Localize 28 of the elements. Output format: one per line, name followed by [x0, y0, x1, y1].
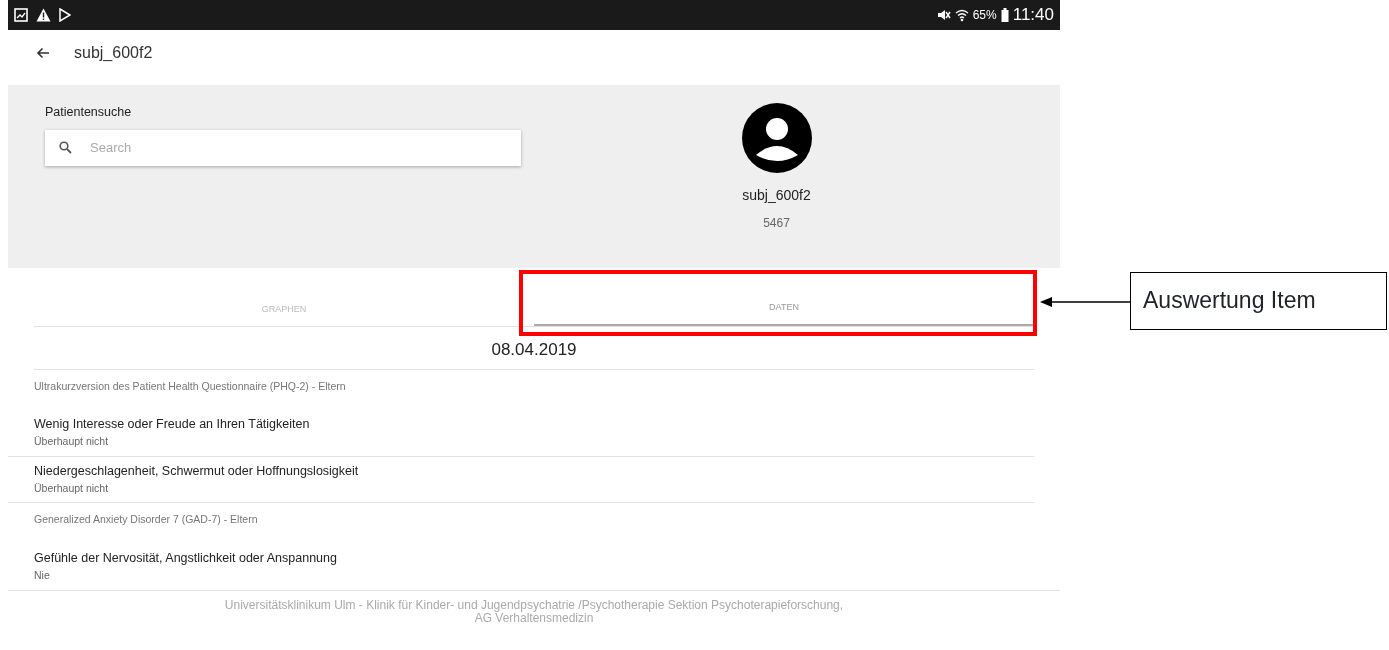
date-heading: 08.04.2019	[491, 340, 577, 359]
battery-icon	[1000, 8, 1009, 22]
wifi-icon	[954, 8, 969, 22]
clock: 11:40	[1012, 4, 1054, 27]
search-label: Patientensuche	[45, 104, 133, 121]
patient-id: 5467	[763, 215, 790, 232]
section-title: Ultrakurzversion des Patient Health Questionnaire (PHQ-2) - Eltern	[34, 379, 346, 392]
tab[interactable]: GRAPHEN	[34, 268, 534, 326]
question-text: Wenig Interesse oder Freude an Ihren Tätigkeiten	[34, 416, 311, 434]
mute-icon	[936, 9, 951, 21]
avatar-icon	[741, 103, 812, 173]
battery-percent: 65%	[972, 7, 997, 24]
footer-text: Universitätsklinikum Ulm - Klinik für Kinder- und Jugendpsychatrie /Psychotherapie Sektion Psychoterapieforschung, AG Verhaltensmedizin	[224, 598, 844, 627]
warning-icon	[36, 8, 51, 22]
page-title: subj_600f2	[74, 42, 153, 63]
answer-text: Überhaupt nicht	[34, 480, 110, 496]
back-arrow-icon[interactable]	[36, 46, 50, 59]
answer-text: Nie	[34, 567, 51, 583]
question-text: Gefühle der Nervosität, Angstlichkeit oder Anspannung	[34, 550, 338, 567]
answer-text: Überhaupt nicht	[34, 434, 110, 449]
play-icon	[59, 8, 71, 22]
tab[interactable]: DATEN	[534, 268, 1034, 326]
image-icon	[14, 8, 28, 22]
patient-name: subj_600f2	[742, 186, 811, 205]
section-title: Generalized Anxiety Disorder 7 (GAD-7) - Eltern	[34, 513, 258, 526]
question-text: Niedergeschlagenheit, Schwermut oder Hoffnungslosigkeit	[34, 462, 360, 480]
search-icon	[59, 141, 72, 155]
callout-label: Auswertung Item	[1130, 272, 1387, 330]
